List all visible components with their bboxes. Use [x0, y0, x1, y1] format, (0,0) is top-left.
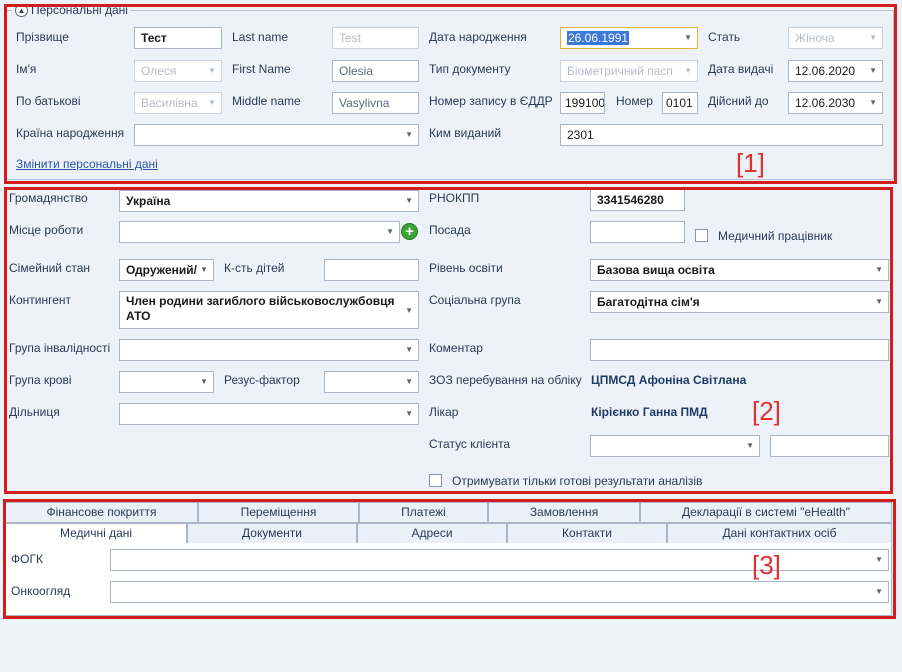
annotation-box-2: [4, 187, 893, 494]
annotation-label-1: [1]: [736, 148, 765, 178]
annotation-label-3: [3]: [752, 550, 781, 580]
annotation-label-2: [2]: [752, 396, 781, 426]
